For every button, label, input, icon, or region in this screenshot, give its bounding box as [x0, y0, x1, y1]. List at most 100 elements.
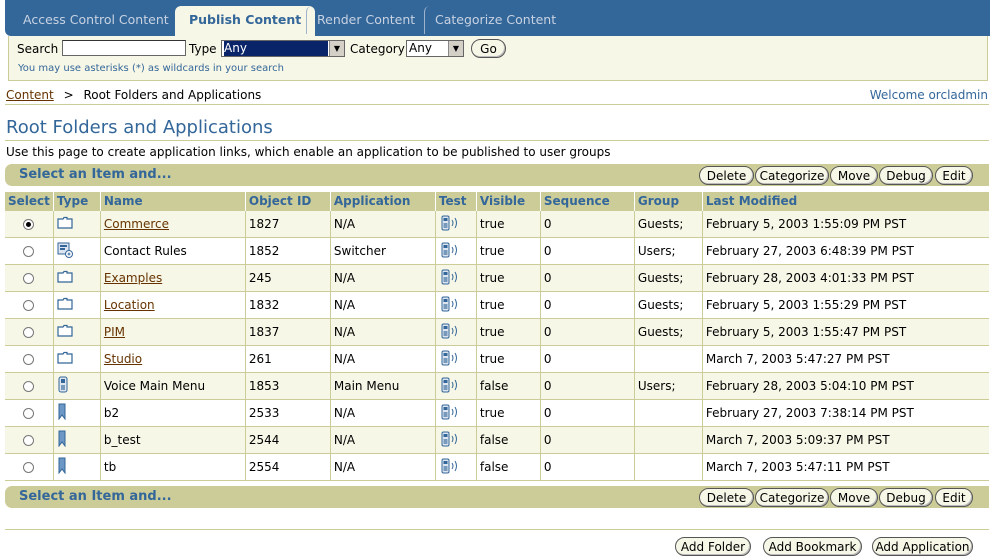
name-cell: PIM: [99, 318, 246, 346]
add-bookmark-button[interactable]: Add Bookmark: [763, 537, 862, 556]
item-name-link[interactable]: Examples: [104, 271, 162, 285]
debug-button[interactable]: Debug: [879, 488, 933, 507]
last-modified-cell: February 28, 2003 4:01:33 PM PST: [701, 264, 989, 292]
move-button[interactable]: Move: [830, 166, 878, 185]
search-input[interactable]: [62, 40, 186, 56]
select-cell: [5, 318, 54, 346]
delete-button[interactable]: Delete: [699, 166, 754, 185]
visible-cell: true: [475, 264, 541, 292]
welcome-text: Welcome orcladmin: [869, 88, 988, 102]
item-name: Contact Rules: [103, 244, 187, 258]
debug-button[interactable]: Debug: [879, 166, 933, 185]
breadcrumb-link-content[interactable]: Content: [6, 88, 54, 102]
test-cell: [434, 345, 477, 373]
search-label: Search: [17, 42, 59, 56]
group-cell: Users;: [633, 237, 703, 265]
last-modified-cell: February 27, 2003 6:48:39 PM PST: [701, 237, 989, 265]
test-device-icon[interactable]: [439, 404, 459, 423]
test-device-icon[interactable]: [439, 323, 459, 342]
last-modified-cell: March 7, 2003 5:47:11 PM PST: [701, 453, 989, 481]
item-name-link[interactable]: Commerce: [104, 217, 169, 231]
tab-access-control-content[interactable]: Access Control Content: [13, 6, 169, 34]
object-id-cell: 261: [244, 345, 331, 373]
name-cell: b_test: [99, 426, 246, 454]
test-cell: [434, 318, 477, 346]
type-select[interactable]: Any ▼: [221, 40, 345, 57]
select-radio[interactable]: [23, 435, 35, 446]
group-cell: Guests;: [633, 318, 703, 346]
name-cell: tb: [99, 453, 246, 481]
item-name-link[interactable]: PIM: [104, 325, 125, 339]
select-radio[interactable]: [23, 381, 35, 392]
folder-icon: [57, 297, 73, 313]
group-cell: [633, 399, 703, 427]
test-device-icon[interactable]: [439, 215, 459, 234]
sequence-cell: 0: [539, 237, 635, 265]
chevron-down-icon[interactable]: ▼: [448, 41, 463, 56]
select-radio[interactable]: [23, 300, 35, 311]
edit-button[interactable]: Edit: [935, 166, 973, 185]
categorize-button[interactable]: Categorize: [755, 166, 829, 185]
chevron-down-icon[interactable]: ▼: [329, 41, 344, 56]
select-radio[interactable]: [23, 462, 35, 473]
tab-publish-content[interactable]: Publish Content: [175, 6, 316, 36]
test-device-icon[interactable]: [439, 350, 459, 369]
type-cell: [52, 291, 101, 319]
edit-button[interactable]: Edit: [935, 488, 973, 507]
search-panel: Search Type Any ▼ Category Any ▼ Go You …: [8, 36, 988, 81]
folder-icon: [57, 270, 73, 286]
item-name-link[interactable]: Studio: [104, 352, 142, 366]
test-device-icon[interactable]: [439, 242, 459, 261]
select-radio[interactable]: [23, 219, 35, 230]
sequence-cell: 0: [539, 291, 635, 319]
object-id-cell: 2533: [244, 399, 331, 427]
type-cell: [52, 372, 101, 400]
table-row: Examples 245 N/A true 0 Guests; February 28, 2…: [5, 264, 989, 292]
go-button[interactable]: Go: [471, 39, 506, 58]
name-cell: Examples: [99, 264, 246, 292]
select-radio[interactable]: [23, 246, 35, 257]
application-cell: N/A: [329, 210, 436, 238]
test-device-icon[interactable]: [439, 431, 459, 450]
visible-cell: true: [475, 291, 541, 319]
last-modified-cell: February 5, 2003 1:55:47 PM PST: [701, 318, 989, 346]
item-name-link[interactable]: Location: [104, 298, 155, 312]
column-header-type: Type: [52, 192, 101, 211]
name-cell: Voice Main Menu: [99, 372, 246, 400]
test-device-icon[interactable]: [439, 269, 459, 288]
type-label: Type: [189, 42, 217, 56]
test-device-icon[interactable]: [439, 377, 459, 396]
select-radio[interactable]: [23, 354, 35, 365]
table-header-row: Select Type Name Object ID Application T…: [5, 192, 989, 211]
table-row: tb 2554 N/A false 0 March 7, 2003 5:47:11 PM …: [5, 453, 989, 481]
add-folder-button[interactable]: Add Folder: [675, 537, 751, 556]
test-cell: [434, 399, 477, 427]
last-modified-cell: February 28, 2003 5:04:10 PM PST: [701, 372, 989, 400]
tab-render-content[interactable]: Render Content: [306, 6, 415, 34]
phone-app-icon: [57, 376, 69, 396]
tab-categorize-content[interactable]: Categorize Content: [424, 6, 556, 34]
categorize-button[interactable]: Categorize: [755, 488, 829, 507]
select-radio[interactable]: [23, 327, 35, 338]
breadcrumb-separator: >: [63, 88, 74, 102]
control-bar-top: Select an Item and... Delete Categorize …: [5, 164, 989, 186]
select-radio[interactable]: [23, 408, 35, 419]
divider: [5, 140, 989, 141]
select-radio[interactable]: [23, 273, 35, 284]
visible-cell: true: [475, 399, 541, 427]
category-select[interactable]: Any ▼: [406, 40, 464, 57]
test-device-icon[interactable]: [439, 458, 459, 477]
sequence-cell: 0: [539, 399, 635, 427]
test-cell: [434, 291, 477, 319]
visible-cell: true: [475, 237, 541, 265]
delete-button[interactable]: Delete: [699, 488, 754, 507]
object-id-cell: 1837: [244, 318, 331, 346]
add-application-button[interactable]: Add Application: [872, 537, 973, 556]
object-id-cell: 1827: [244, 210, 331, 238]
table-row: Contact Rules 1852 Switcher true 0 Users; Febr…: [5, 237, 989, 265]
bookmark-icon: [57, 457, 67, 477]
test-device-icon[interactable]: [439, 296, 459, 315]
type-cell: [52, 210, 101, 238]
select-cell: [5, 426, 54, 454]
move-button[interactable]: Move: [830, 488, 878, 507]
